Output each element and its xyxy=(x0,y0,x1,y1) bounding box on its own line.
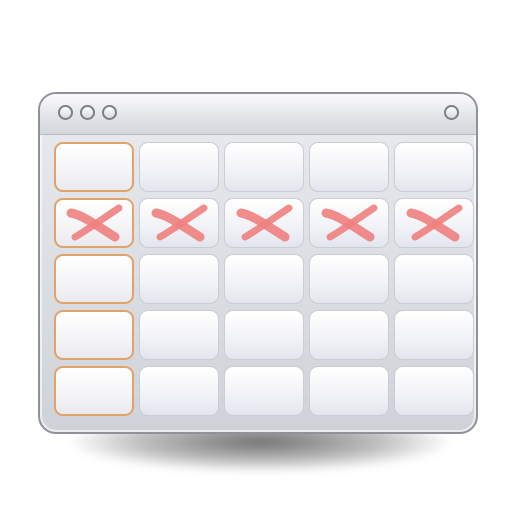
row-header-cell xyxy=(54,142,134,192)
window-button-2 xyxy=(80,105,95,120)
grid-cell xyxy=(139,310,219,360)
cell-grid xyxy=(54,142,474,416)
grid-cell xyxy=(224,142,304,192)
window-button-3 xyxy=(102,105,117,120)
row-header-cell xyxy=(54,198,134,248)
grid-cell xyxy=(139,142,219,192)
row-header-cell xyxy=(54,310,134,360)
delete-x-icon xyxy=(66,204,123,242)
grid-cell xyxy=(394,142,474,192)
window-frame xyxy=(38,92,478,434)
grid-cell xyxy=(309,198,389,248)
row-header-cell xyxy=(54,366,134,416)
grid-cell xyxy=(224,198,304,248)
delete-x-icon xyxy=(406,204,463,242)
grid-cell xyxy=(224,310,304,360)
delete-x-icon xyxy=(236,204,293,242)
grid-cell xyxy=(309,310,389,360)
window-titlebar xyxy=(40,94,476,135)
grid-cell xyxy=(224,366,304,416)
grid-cell xyxy=(394,310,474,360)
window-button-right xyxy=(444,105,459,120)
row-header-cell xyxy=(54,254,134,304)
grid-cell xyxy=(309,366,389,416)
window-button-1 xyxy=(58,105,73,120)
spreadsheet-icon xyxy=(0,0,512,512)
grid-cell xyxy=(139,254,219,304)
grid-cell xyxy=(309,254,389,304)
grid-cell xyxy=(394,198,474,248)
grid-cell xyxy=(309,142,389,192)
grid-cell xyxy=(394,366,474,416)
delete-x-icon xyxy=(321,204,378,242)
grid-cell xyxy=(394,254,474,304)
grid-cell xyxy=(139,198,219,248)
grid-cell xyxy=(139,366,219,416)
delete-x-icon xyxy=(151,204,208,242)
grid-cell xyxy=(224,254,304,304)
